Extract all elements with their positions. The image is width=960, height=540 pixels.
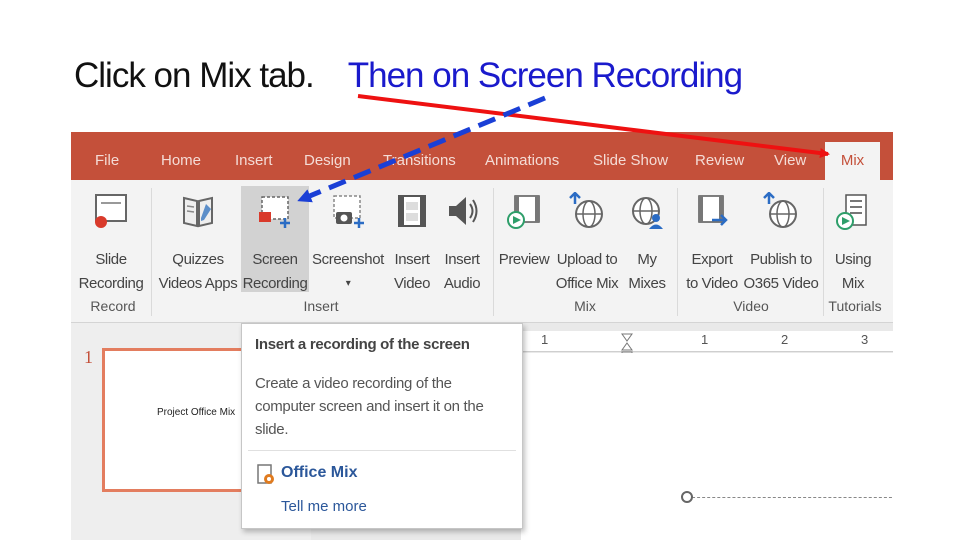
tab-transitions[interactable]: Transitions — [383, 152, 456, 169]
ruler-label: 1 — [541, 332, 549, 347]
resize-handle[interactable] — [681, 491, 693, 503]
ribbon-tab-bar: File Home Insert Design Transitions Anim… — [71, 132, 893, 180]
globe-publish-icon — [763, 192, 797, 228]
instruction-text-screen-recording: Then on Screen Recording — [347, 56, 743, 95]
ruler-label: 1 — [701, 332, 709, 347]
book-icon — [183, 196, 213, 228]
instruction-text-mix-tab: Click on Mix tab. — [74, 56, 315, 95]
ribbon-separator — [493, 188, 494, 316]
tutorial-video-icon — [836, 194, 867, 230]
preview-icon — [507, 195, 540, 229]
insert-audio-label-2: Audio — [443, 275, 481, 292]
publish-label-2: O365 Video — [743, 275, 819, 292]
screen-recording-tooltip: Insert a recording of the screen Create … — [241, 323, 523, 529]
slide-recording-label-1: Slide — [95, 251, 127, 268]
insert-video-label-1: Insert — [394, 251, 430, 268]
insert-audio-button[interactable]: Insert Audio — [437, 186, 487, 292]
preview-button[interactable]: Preview — [497, 186, 551, 292]
slide-number: 1 — [84, 347, 93, 367]
tooltip-addin-name: Office Mix — [281, 464, 358, 481]
tab-file[interactable]: File — [95, 152, 119, 169]
my-mixes-label-1: My — [637, 251, 657, 268]
insert-video-label-2: Video — [393, 275, 431, 292]
quizzes-label-1: Quizzes — [172, 251, 224, 268]
group-label-record: Record — [90, 298, 136, 314]
office-mix-addin-icon — [257, 464, 274, 484]
tab-review[interactable]: Review — [695, 152, 744, 169]
screenshot-label: Screenshot — [312, 251, 384, 268]
ribbon-panel: Slide Recording Quizzes Videos Apps Screen… — [71, 180, 893, 323]
screen-recording-label-2: Recording — [242, 275, 308, 292]
tab-slide-show[interactable]: Slide Show — [593, 152, 668, 169]
slide-title: Click on Mix tab. Then on Screen Recordin… — [74, 56, 743, 96]
tab-insert[interactable]: Insert — [235, 152, 273, 169]
screen-recording-button[interactable]: Screen Recording — [241, 186, 309, 292]
upload-to-office-mix-button[interactable]: Upload to Office Mix — [553, 186, 621, 292]
slide-recording-icon — [95, 194, 127, 228]
export-video-icon — [698, 195, 728, 226]
ribbon-separator — [677, 188, 678, 316]
insert-audio-label-1: Insert — [444, 251, 480, 268]
tab-view[interactable]: View — [774, 152, 806, 169]
using-mix-label-2: Mix — [841, 275, 865, 292]
tooltip-description: Create a video recording of the computer… — [255, 375, 484, 438]
upload-label-2: Office Mix — [555, 275, 619, 292]
screen-recording-label-1: Screen — [252, 251, 298, 268]
upload-label-1: Upload to — [556, 251, 618, 268]
ruler-label: 3 — [861, 332, 869, 347]
slide-recording-button[interactable]: Slide Recording — [75, 186, 147, 292]
export-label-2: to Video — [686, 275, 738, 292]
insert-video-button[interactable]: Insert Video — [387, 186, 437, 292]
my-mixes-label-2: Mixes — [628, 275, 666, 292]
text-placeholder-border — [687, 497, 893, 499]
tooltip-divider — [248, 450, 516, 451]
horizontal-ruler: 1 1 2 3 — [521, 331, 893, 360]
tab-mix[interactable]: Mix — [825, 142, 880, 180]
group-label-insert: Insert — [303, 298, 339, 314]
tooltip-title: Insert a recording of the screen — [255, 336, 470, 353]
group-label-mix: Mix — [574, 298, 596, 314]
ribbon-separator — [823, 188, 824, 316]
slide-recording-label-2: Recording — [78, 275, 144, 292]
using-mix-label-1: Using — [834, 251, 872, 268]
speaker-icon — [449, 197, 478, 225]
globe-upload-icon — [569, 192, 603, 228]
group-label-video: Video — [733, 298, 769, 314]
publish-label-1: Publish to — [750, 251, 812, 268]
publish-to-o365-video-button[interactable]: Publish to O365 Video — [743, 186, 819, 292]
export-to-video-button[interactable]: Export to Video — [683, 186, 741, 292]
chevron-down-icon[interactable]: ▾ — [311, 272, 385, 296]
export-label-1: Export — [691, 251, 733, 268]
thumbnail-title: Project Office Mix — [157, 407, 236, 418]
group-label-tutorials: Tutorials — [828, 298, 882, 314]
slide-canvas[interactable] — [521, 353, 893, 540]
using-mix-button[interactable]: Using Mix — [827, 186, 879, 292]
tab-animations[interactable]: Animations — [485, 152, 559, 169]
preview-label: Preview — [498, 251, 550, 268]
my-mixes-button[interactable]: My Mixes — [623, 186, 671, 292]
quizzes-label-2: Videos Apps — [158, 275, 238, 292]
globe-user-icon — [632, 197, 663, 229]
screenshot-button[interactable]: Screenshot ▾ — [311, 186, 385, 292]
tell-me-more-link[interactable]: Tell me more — [281, 498, 367, 515]
ruler-label: 2 — [781, 332, 789, 347]
ribbon-separator — [151, 188, 152, 316]
quizzes-videos-apps-button[interactable]: Quizzes Videos Apps — [157, 186, 239, 292]
tab-design[interactable]: Design — [304, 152, 351, 169]
screenshot-camera-icon — [333, 195, 364, 228]
film-strip-icon — [398, 195, 426, 227]
tab-home[interactable]: Home — [161, 152, 201, 169]
screen-recording-icon — [259, 196, 290, 228]
